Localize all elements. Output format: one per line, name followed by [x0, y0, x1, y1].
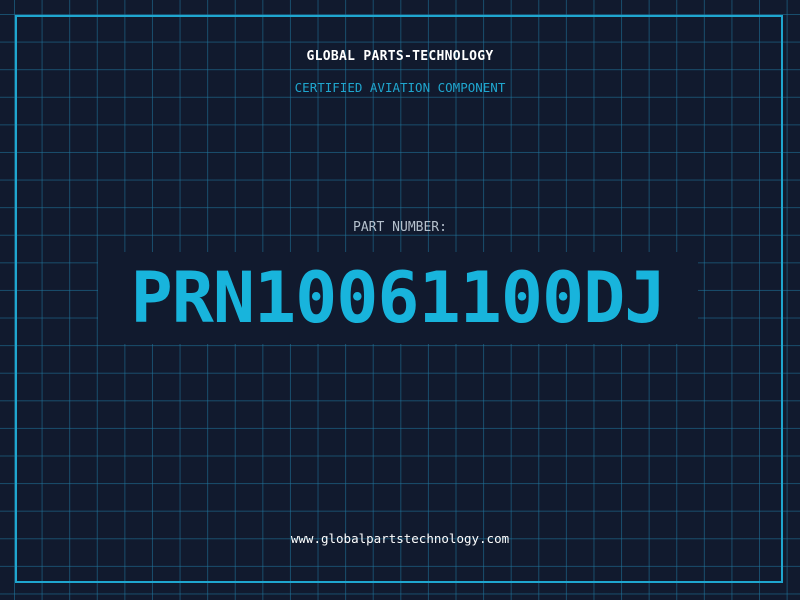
part-number-value: PRN10061100DJ: [130, 257, 667, 339]
part-number-panel: PRN10061100DJ: [98, 252, 698, 344]
certification-subtitle: CERTIFIED AVIATION COMPONENT: [294, 80, 506, 95]
part-number-label: PART NUMBER:: [353, 220, 447, 235]
label-card: GLOBAL PARTS-TECHNOLOGY CERTIFIED AVIATI…: [0, 0, 800, 600]
website-link[interactable]: www.globalpartstechnology.com: [0, 531, 800, 546]
company-name: GLOBAL PARTS-TECHNOLOGY: [306, 49, 494, 64]
